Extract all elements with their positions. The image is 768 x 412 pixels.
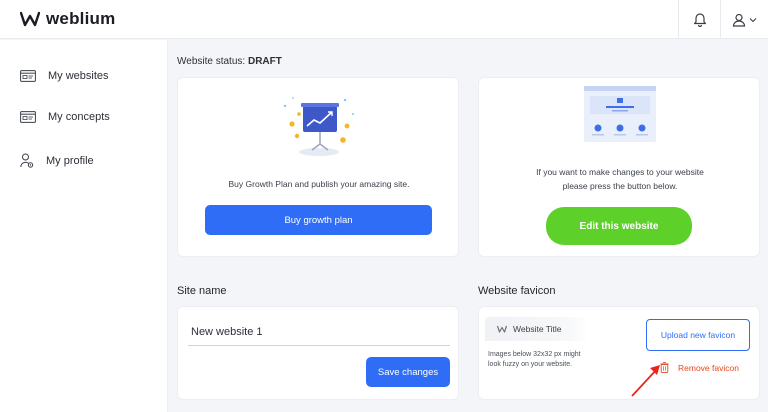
website-preview-illustration — [584, 86, 656, 142]
sidebar-item-my-profile[interactable]: My profile — [20, 153, 94, 169]
website-favicon-title: Website favicon — [478, 285, 556, 297]
favicon-note-line2: look fuzzy on your website. — [488, 361, 573, 368]
notifications-button[interactable] — [678, 0, 720, 39]
edit-website-card: If you want to make changes to your webs… — [478, 77, 760, 257]
user-settings-icon — [20, 153, 34, 168]
chevron-down-icon — [749, 17, 757, 22]
remove-favicon-label: Remove favicon — [678, 362, 739, 373]
annotation-arrow — [631, 365, 660, 397]
remove-favicon-button[interactable]: Remove favicon — [660, 362, 739, 373]
website-status: Website status: DRAFT — [177, 56, 282, 67]
save-changes-button[interactable]: Save changes — [366, 357, 450, 387]
sidebar-item-label: My concepts — [48, 111, 110, 123]
site-name-input[interactable]: New website 1 — [188, 324, 450, 346]
favicon-note-line1: Images below 32x32 px might — [488, 351, 581, 358]
user-icon — [732, 13, 746, 27]
bell-icon — [693, 13, 706, 27]
top-bar: weblium — [0, 0, 768, 39]
presentation-growth-illustration — [283, 97, 354, 156]
browser-window-icon — [20, 111, 36, 123]
weblium-logo-icon — [20, 11, 40, 27]
browser-tab-title: Website Title — [513, 324, 562, 334]
buy-growth-plan-button[interactable]: Buy growth plan — [205, 205, 432, 235]
edit-this-website-button[interactable]: Edit this website — [546, 207, 692, 245]
site-name-card: New website 1 Save changes — [177, 306, 459, 400]
edit-website-text-line2: please press the button below. — [562, 181, 678, 191]
brand-logo[interactable]: weblium — [20, 9, 115, 29]
sidebar-item-label: My websites — [48, 70, 109, 82]
status-label: Website status: — [177, 56, 246, 67]
weblium-logo-icon — [497, 325, 507, 333]
status-value: DRAFT — [247, 56, 282, 67]
edit-website-text-line1: If you want to make changes to your webs… — [536, 167, 704, 177]
growth-plan-card: Buy Growth Plan and publish your amazing… — [177, 77, 459, 257]
sidebar-item-my-concepts[interactable]: My concepts — [20, 111, 110, 123]
favicon-card: Website Title Images below 32x32 px migh… — [478, 306, 760, 400]
growth-plan-text: Buy Growth Plan and publish your amazing… — [228, 179, 410, 189]
upload-new-favicon-button[interactable]: Upload new favicon — [646, 319, 750, 351]
browser-window-icon — [20, 70, 36, 82]
sidebar-item-label: My profile — [46, 155, 94, 167]
account-menu-button[interactable] — [720, 0, 768, 39]
sidebar-item-my-websites[interactable]: My websites — [20, 70, 109, 82]
site-name-title: Site name — [177, 285, 227, 297]
browser-tab-preview: Website Title — [485, 317, 589, 341]
sidebar: My websites My concepts My profile — [0, 40, 168, 412]
brand-name: weblium — [46, 9, 116, 28]
